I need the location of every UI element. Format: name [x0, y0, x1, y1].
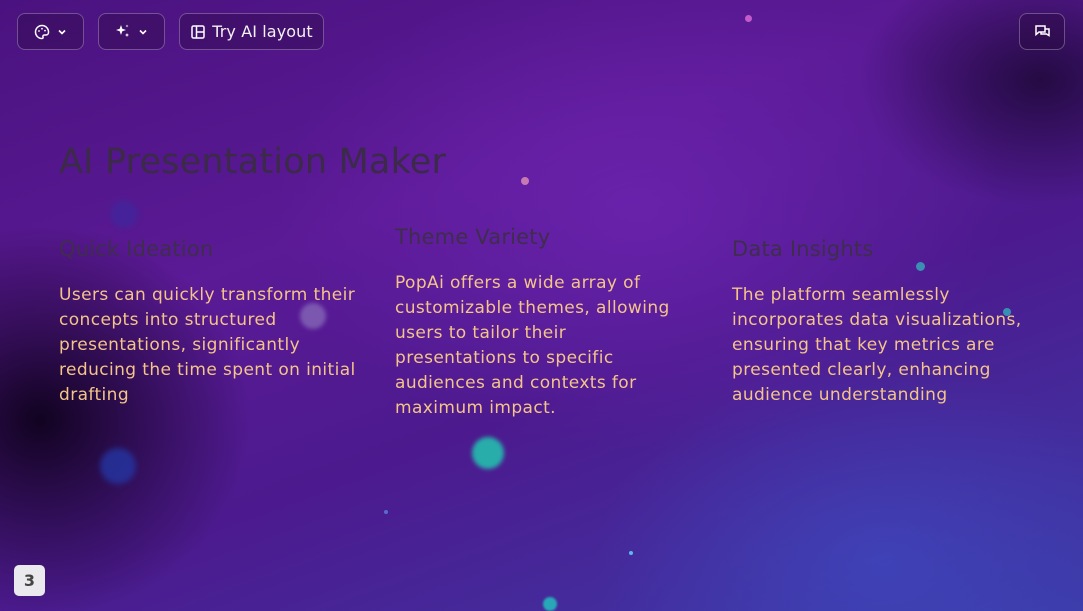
slide-title[interactable]: AI Presentation Maker [59, 142, 446, 182]
background-star [384, 510, 388, 514]
chevron-down-icon [56, 26, 68, 38]
column-heading: Quick Ideation [59, 237, 214, 261]
chevron-down-icon [137, 26, 149, 38]
background-star [745, 15, 752, 22]
column-heading: Data Insights [732, 237, 874, 261]
content-column-quick-ideation[interactable]: Quick Ideation Users can quickly transfo… [59, 237, 359, 408]
column-body: PopAi offers a wide array of customizabl… [395, 273, 670, 418]
column-body: The platform seamlessly incorporates dat… [732, 285, 1022, 405]
background-star [521, 177, 529, 185]
ai-tools-button[interactable] [98, 13, 165, 50]
theme-button[interactable] [17, 13, 84, 50]
try-ai-layout-button[interactable]: Try AI layout [179, 13, 324, 50]
content-column-theme-variety[interactable]: Theme Variety PopAi offers a wide array … [395, 225, 680, 421]
chat-icon [1034, 23, 1051, 40]
background-star [110, 200, 138, 228]
palette-icon [34, 24, 50, 40]
sparkle-icon [114, 23, 131, 40]
slide-canvas: Try AI layout AI Presentation Maker Quic… [0, 0, 1083, 611]
content-column-data-insights[interactable]: Data Insights The platform seamlessly in… [732, 237, 1032, 408]
background-star [543, 597, 557, 611]
column-body: Users can quickly transform their concep… [59, 285, 356, 405]
try-ai-layout-label: Try AI layout [212, 22, 313, 41]
page-number-badge: 3 [14, 565, 45, 596]
layout-icon [190, 24, 206, 40]
comments-button[interactable] [1019, 13, 1065, 50]
background-star [472, 437, 504, 469]
background-star [100, 448, 136, 484]
background-star [629, 551, 633, 555]
column-heading: Theme Variety [395, 225, 551, 249]
